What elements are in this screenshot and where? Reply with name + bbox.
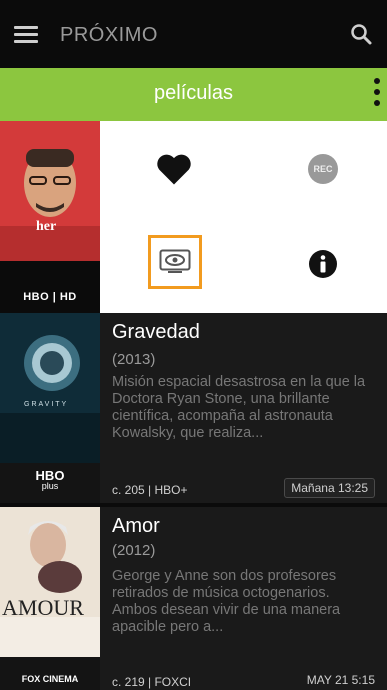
program-row[interactable]: GRAVITY HBO plus Gravedad (2013) Misión … <box>0 313 387 503</box>
featured-poster[interactable]: her <box>0 121 100 261</box>
eye-tv-icon <box>159 249 191 273</box>
heart-icon <box>157 154 191 185</box>
program-poster: GRAVITY <box>0 313 100 463</box>
info-button[interactable] <box>293 234 353 294</box>
menu-icon[interactable] <box>14 26 38 44</box>
more-options-icon[interactable] <box>373 78 381 112</box>
poster-her-image <box>0 121 100 261</box>
top-bar: PRÓXIMO <box>0 0 387 68</box>
record-button[interactable]: REC <box>293 139 353 199</box>
program-description: Misión espacial desastrosa en la que la … <box>112 374 366 441</box>
actions-panel: REC <box>100 121 387 313</box>
program-poster: AMOUR <box>0 507 100 657</box>
favorite-button[interactable] <box>144 139 204 199</box>
category-title: películas <box>154 82 233 104</box>
program-title: Gravedad <box>112 321 200 343</box>
channel-logo: HBO plus <box>35 468 65 491</box>
program-title: Amor <box>112 515 160 537</box>
air-time: MAY 21 5:15 <box>306 673 375 687</box>
program-row[interactable]: AMOUR FOX CINEMA Amor (2012) George y An… <box>0 507 387 690</box>
page-title: PRÓXIMO <box>60 24 158 46</box>
category-bar: películas <box>0 68 387 121</box>
air-time-badge: Mañana 13:25 <box>284 478 375 498</box>
poster-amour-image <box>0 507 100 657</box>
search-icon[interactable] <box>349 22 373 46</box>
record-icon: REC <box>308 154 338 184</box>
watch-button[interactable] <box>148 235 202 289</box>
info-icon <box>309 250 337 278</box>
poster-title: AMOUR <box>2 595 84 620</box>
program-year: (2013) <box>112 351 156 368</box>
poster-gravity-image <box>0 313 100 463</box>
channel-logo: HBO | HD <box>23 291 77 303</box>
poster-title: GRAVITY <box>24 401 69 408</box>
channel-meta: c. 205 | HBO+ <box>112 483 188 497</box>
channel-logo: FOX CINEMA <box>21 674 79 684</box>
poster-title: her <box>36 219 57 234</box>
channel-meta: c. 219 | FOXCI <box>112 675 192 689</box>
program-description: George y Anne son dos profesores retirad… <box>112 568 341 635</box>
record-label: REC <box>313 164 333 174</box>
program-year: (2012) <box>112 542 156 559</box>
